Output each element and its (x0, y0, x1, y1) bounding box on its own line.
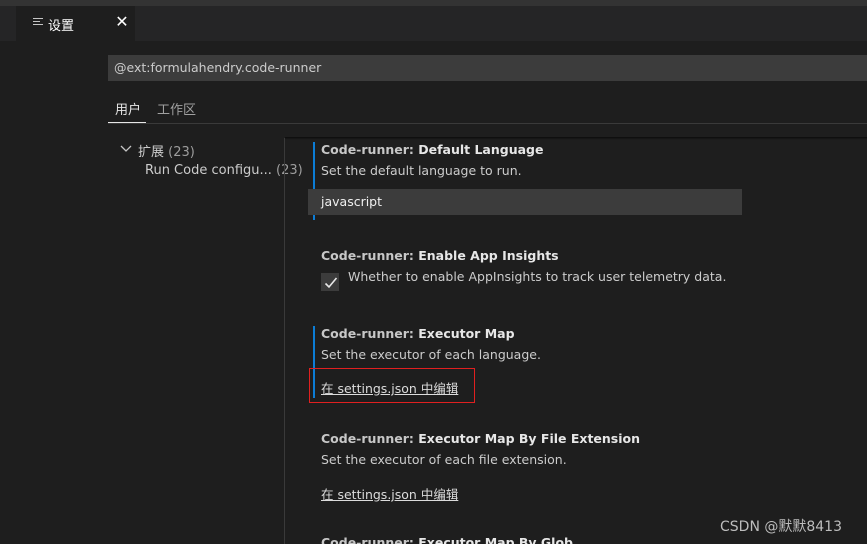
tab-user[interactable]: 用户 (115, 99, 141, 118)
default-language-value: javascript (321, 194, 383, 209)
editor-tab-bar: 设置 ✕ (0, 6, 867, 41)
setting-description: Whether to enable AppInsights to track u… (348, 269, 727, 284)
toc-group-label: 扩展 (138, 145, 165, 160)
setting-name: Executor Map By Glob (418, 535, 573, 544)
close-icon[interactable]: ✕ (114, 13, 130, 31)
chevron-down-icon[interactable] (120, 141, 132, 155)
setting-description: Set the executor of each language. (321, 347, 541, 362)
search-value: @ext:formulahendry.code-runner (114, 60, 322, 75)
setting-description: Set the default language to run. (321, 163, 522, 178)
toc-item-count: (23) (276, 163, 303, 178)
edit-in-settings-json-link[interactable]: 在 settings.json 中编辑 (321, 484, 458, 503)
highlight-box (309, 368, 475, 403)
settings-search-input[interactable]: @ext:formulahendry.code-runner (108, 55, 867, 81)
setting-title: Code-runner: Executor Map By File Extens… (321, 431, 640, 446)
setting-category: Code-runner: (321, 142, 419, 157)
setting-executor-map-by-glob: Code-runner: Executor Map By Glob (313, 535, 833, 544)
active-tab-indicator (108, 122, 146, 123)
setting-category: Code-runner: (321, 326, 419, 341)
default-language-input[interactable]: javascript (308, 189, 742, 215)
setting-name: Enable App Insights (418, 248, 559, 263)
setting-name: Executor Map (418, 326, 515, 341)
app-insights-checkbox[interactable] (321, 273, 339, 291)
toc-group-count: (23) (168, 145, 195, 160)
setting-enable-app-insights: Code-runner: Enable App Insights Whether… (313, 248, 833, 298)
toc-item-run-code[interactable]: Run Code configu... (23) (145, 163, 303, 178)
setting-name: Default Language (418, 142, 544, 157)
settings-list-icon (33, 18, 43, 28)
setting-description: Set the executor of each file extension. (321, 452, 567, 467)
setting-title: Code-runner: Executor Map (321, 326, 515, 341)
setting-default-language: Code-runner: Default Language Set the de… (308, 142, 833, 232)
toc-item-label: Run Code configu... (145, 163, 272, 178)
setting-title: Code-runner: Default Language (321, 142, 543, 157)
setting-title: Code-runner: Enable App Insights (321, 248, 559, 263)
settings-scope-tabs: 用户 工作区 (108, 96, 867, 124)
watermark: CSDN @默默8413 (720, 519, 842, 535)
toc-divider (284, 138, 285, 544)
setting-title: Code-runner: Executor Map By Glob (321, 535, 573, 544)
setting-category: Code-runner: (321, 431, 419, 446)
checkmark-icon (324, 277, 338, 289)
setting-name: Executor Map By File Extension (418, 431, 641, 446)
setting-category: Code-runner: (321, 535, 419, 544)
setting-category: Code-runner: (321, 248, 419, 263)
tab-settings[interactable]: 设置 ✕ (16, 6, 135, 41)
tab-workspace[interactable]: 工作区 (157, 99, 196, 118)
toc-group-extensions[interactable]: 扩展 (23) (138, 141, 195, 160)
setting-executor-map-by-file-extension: Code-runner: Executor Map By File Extens… (313, 431, 833, 511)
scroll-shadow (285, 137, 867, 140)
tab-label: 设置 (48, 19, 75, 34)
